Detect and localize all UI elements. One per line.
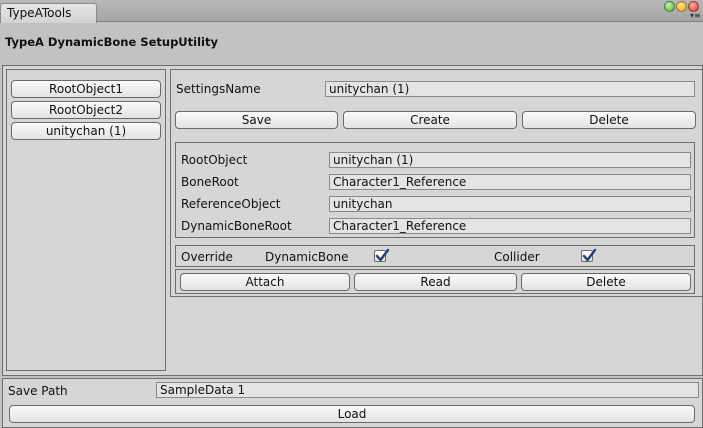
save-load-panel: Save Path SampleData 1 Load (2, 378, 703, 428)
root-object-label: RootObject (181, 153, 248, 167)
delete-components-button[interactable]: Delete (521, 273, 691, 291)
checkmark-icon (375, 248, 390, 262)
collider-label: Collider (494, 250, 540, 264)
dynamic-bone-root-field[interactable]: Character1_Reference (329, 218, 691, 234)
hamburger-menu-icon[interactable]: ▾≡ (690, 12, 701, 20)
dynamic-bone-checkbox[interactable] (374, 248, 390, 262)
window-tab-label: TypeATools (7, 6, 72, 20)
save-path-field[interactable]: SampleData 1 (156, 382, 699, 398)
create-button[interactable]: Create (343, 111, 517, 129)
title-bar: TypeATools ▾≡ (0, 0, 703, 23)
root-object-field[interactable]: unitychan (1) (329, 152, 691, 168)
dynamic-bone-root-label: DynamicBoneRoot (181, 219, 292, 233)
read-button[interactable]: Read (354, 273, 517, 291)
list-item-rootobject2[interactable]: RootObject2 (11, 101, 161, 119)
utility-title: TypeA DynamicBone SetupUtility (5, 35, 218, 49)
object-fields-group: RootObject unitychan (1) BoneRoot Charac… (175, 142, 695, 238)
load-button[interactable]: Load (9, 405, 695, 423)
attach-button[interactable]: Attach (180, 273, 350, 291)
list-item-unitychan[interactable]: unitychan (1) (11, 122, 161, 140)
save-path-label: Save Path (8, 384, 68, 398)
reference-object-field[interactable]: unitychan (329, 196, 691, 212)
delete-settings-button[interactable]: Delete (522, 111, 696, 129)
bone-root-label: BoneRoot (181, 175, 239, 189)
collider-checkbox[interactable] (581, 248, 597, 262)
dynamic-bone-label: DynamicBone (265, 250, 349, 264)
settings-panel: SettingsName unitychan (1) Save Create D… (170, 69, 703, 297)
list-item-rootobject1[interactable]: RootObject1 (11, 80, 161, 98)
override-label: Override (181, 250, 233, 264)
window-tab[interactable]: TypeATools (0, 3, 97, 23)
reference-object-label: ReferenceObject (181, 197, 281, 211)
bone-root-field[interactable]: Character1_Reference (329, 174, 691, 190)
settings-list-panel: RootObject1 RootObject2 unitychan (1) (6, 69, 166, 371)
maximize-icon[interactable] (664, 1, 675, 12)
save-button[interactable]: Save (175, 111, 338, 129)
action-buttons-group: Attach Read Delete (175, 269, 695, 294)
settings-name-field[interactable]: unitychan (1) (325, 81, 695, 97)
settings-name-label: SettingsName (176, 82, 261, 96)
minimize-icon[interactable] (676, 1, 687, 12)
checkmark-icon (582, 248, 597, 262)
override-group: Override DynamicBone Collider (175, 245, 695, 267)
